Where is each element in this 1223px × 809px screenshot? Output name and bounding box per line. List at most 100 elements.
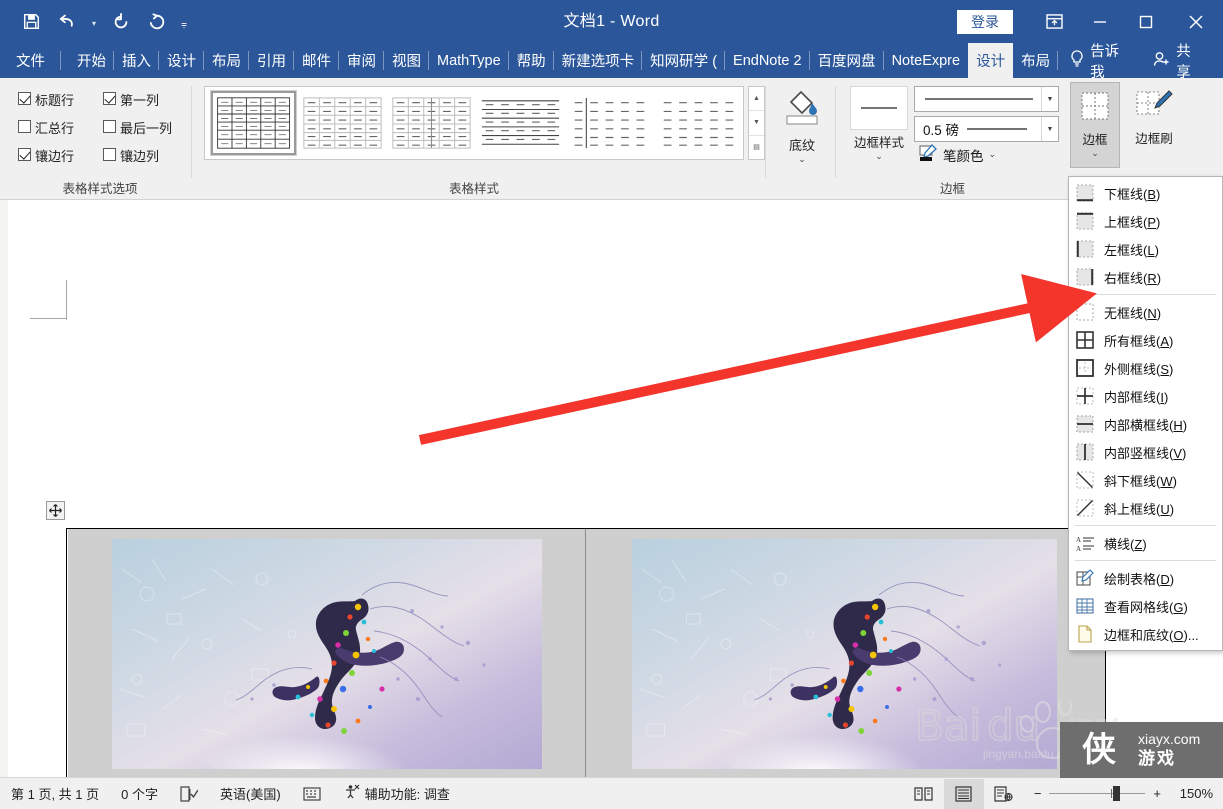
borders-dropdown-button[interactable]: 边框 ⌄ xyxy=(1070,82,1120,168)
checkbox-last-column[interactable]: 最后一列 xyxy=(103,118,172,137)
ribbon-tab-bar[interactable]: 文件 开始 插入 设计 布局 引用 邮件 审阅 视图 MathType 帮助 新… xyxy=(0,43,1223,81)
tab-baidu-netdisk[interactable]: 百度网盘 xyxy=(810,43,884,78)
tab-noteexpress[interactable]: NoteExpre xyxy=(884,43,969,78)
ribbon-display-options-icon[interactable] xyxy=(1031,0,1077,43)
table-style-item[interactable] xyxy=(389,91,475,155)
chevron-down-icon[interactable]: ▼ xyxy=(1041,117,1058,141)
menu-item-draw-table[interactable]: 绘制表格(D) xyxy=(1069,564,1222,592)
proofing-icon[interactable] xyxy=(169,785,209,802)
scroll-down-icon[interactable]: ▼ xyxy=(749,111,764,136)
tab-table-design[interactable]: 设计 xyxy=(968,43,1014,78)
gallery-scrollbar[interactable]: ▲ ▼ ▤ xyxy=(748,86,765,160)
tab-mathtype[interactable]: MathType xyxy=(429,43,509,78)
chevron-down-icon[interactable]: ⌄ xyxy=(989,149,997,160)
checkbox-total-row[interactable]: 汇总行 xyxy=(18,118,74,137)
shading-button[interactable]: 底纹 ⌄ xyxy=(774,86,830,165)
tab-table-layout[interactable]: 布局 xyxy=(1013,43,1059,78)
language-indicator[interactable]: 英语(美国) xyxy=(209,784,292,803)
last-column-checkbox[interactable] xyxy=(103,120,116,133)
menu-item-border-inside-horizontal[interactable]: 内部横框线(H) xyxy=(1069,410,1222,438)
page-indicator[interactable]: 第 1 页, 共 1 页 xyxy=(0,784,110,803)
sign-in-button[interactable]: 登录 xyxy=(957,9,1013,34)
close-icon[interactable] xyxy=(1169,0,1223,43)
share-button[interactable]: 共享 xyxy=(1145,40,1223,82)
accessibility-indicator[interactable]: 辅助功能: 调查 xyxy=(332,784,461,803)
border-style-button[interactable]: 边框样式 ⌄ xyxy=(846,86,912,162)
menu-item-diagonal-up-border[interactable]: 斜上框线(U) xyxy=(1069,494,1222,522)
table-style-item[interactable] xyxy=(478,91,564,155)
line-weight-combo[interactable]: 0.5 磅 ▼ xyxy=(914,116,1059,142)
banded-rows-checkbox[interactable] xyxy=(18,148,31,161)
pen-color-button[interactable]: 笔颜色 ⌄ xyxy=(918,144,996,165)
menu-item-diagonal-down-border[interactable]: 斜下框线(W) xyxy=(1069,466,1222,494)
chevron-down-icon[interactable]: ⌄ xyxy=(846,151,912,162)
menu-item-border-all[interactable]: 所有框线(A) xyxy=(1069,326,1222,354)
checkbox-header-row[interactable]: 标题行 xyxy=(18,90,74,109)
document-canvas[interactable] xyxy=(0,200,1223,777)
menu-item-border-left[interactable]: 左框线(L) xyxy=(1069,235,1222,263)
maximize-icon[interactable] xyxy=(1123,0,1169,43)
line-style-combo[interactable]: ▼ xyxy=(914,86,1059,112)
menu-item-border-right[interactable]: 右框线(R) xyxy=(1069,263,1222,291)
menu-item-view-gridlines[interactable]: 查看网格线(G) xyxy=(1069,592,1222,620)
chevron-down-icon[interactable]: ⌄ xyxy=(774,154,830,165)
table-style-item[interactable] xyxy=(656,91,742,155)
menu-item-border-inside[interactable]: 内部框线(I) xyxy=(1069,382,1222,410)
table-style-item[interactable] xyxy=(209,90,298,156)
table-styles-gallery[interactable] xyxy=(204,86,744,160)
tell-me-button[interactable]: 告诉我 xyxy=(1058,40,1145,82)
dancer-photo-left[interactable] xyxy=(112,539,542,769)
menu-label: 横线(Z) xyxy=(1104,536,1147,552)
menu-item-horizontal-line[interactable]: AA 横线(Z) xyxy=(1069,529,1222,557)
more-styles-icon[interactable]: ▤ xyxy=(749,136,764,159)
border-painter-button[interactable]: 边框刷 xyxy=(1126,82,1182,147)
scroll-up-icon[interactable]: ▲ xyxy=(749,87,764,112)
table-style-item[interactable] xyxy=(300,91,386,155)
zoom-level[interactable]: 150% xyxy=(1169,786,1213,801)
menu-item-border-none[interactable]: 无框线(N) xyxy=(1069,298,1222,326)
table-move-handle-icon[interactable] xyxy=(46,501,65,520)
accessibility-icon xyxy=(343,784,360,803)
tab-references[interactable]: 引用 xyxy=(249,43,294,78)
chevron-down-icon[interactable]: ▼ xyxy=(1041,87,1058,111)
tab-view[interactable]: 视图 xyxy=(384,43,429,78)
banded-columns-checkbox[interactable] xyxy=(103,148,116,161)
menu-item-border-top[interactable]: 上框线(P) xyxy=(1069,207,1222,235)
zoom-slider-thumb[interactable] xyxy=(1113,786,1121,801)
zoom-slider[interactable] xyxy=(1049,786,1146,801)
first-column-checkbox[interactable] xyxy=(103,92,116,105)
tab-layout[interactable]: 布局 xyxy=(204,43,249,78)
table-style-item[interactable] xyxy=(567,91,653,155)
keyboard-icon[interactable] xyxy=(292,786,332,801)
minimize-icon[interactable] xyxy=(1077,0,1123,43)
zoom-in-button[interactable]: + xyxy=(1153,786,1161,801)
word-count[interactable]: 0 个字 xyxy=(110,784,169,803)
borders-dropdown-menu[interactable]: 下框线(B) 上框线(P) 左框线(L) 右框线(R) 无框线(N) 所有框线(… xyxy=(1068,176,1223,651)
checkbox-banded-columns[interactable]: 镶边列 xyxy=(103,146,159,165)
header-row-checkbox[interactable] xyxy=(18,92,31,105)
tab-help[interactable]: 帮助 xyxy=(509,43,554,78)
read-mode-icon[interactable] xyxy=(904,779,944,809)
total-row-checkbox[interactable] xyxy=(18,120,31,133)
tab-insert[interactable]: 插入 xyxy=(114,43,159,78)
menu-item-border-inside-vertical[interactable]: 内部竖框线(V) xyxy=(1069,438,1222,466)
print-layout-icon[interactable] xyxy=(943,778,984,809)
tab-new-tab[interactable]: 新建选项卡 xyxy=(554,43,643,78)
zoom-controls[interactable]: − + 150% xyxy=(1024,786,1223,801)
menu-item-borders-and-shading[interactable]: 边框和底纹(O)... xyxy=(1069,620,1222,648)
tab-home[interactable]: 开始 xyxy=(69,43,114,78)
tab-review[interactable]: 审阅 xyxy=(339,43,384,78)
checkbox-banded-rows[interactable]: 镶边行 xyxy=(18,146,74,165)
tab-cnki[interactable]: 知网研学 ( xyxy=(642,43,725,78)
zoom-out-button[interactable]: − xyxy=(1034,786,1042,801)
tab-file[interactable]: 文件 xyxy=(0,43,61,78)
menu-item-border-outside[interactable]: 外侧框线(S) xyxy=(1069,354,1222,382)
border-painter-icon xyxy=(1126,82,1182,128)
menu-item-border-bottom[interactable]: 下框线(B) xyxy=(1069,179,1222,207)
tab-mailings[interactable]: 邮件 xyxy=(294,43,339,78)
checkbox-first-column[interactable]: 第一列 xyxy=(103,90,159,109)
web-layout-icon[interactable] xyxy=(984,779,1024,809)
tab-design[interactable]: 设计 xyxy=(159,43,204,78)
chevron-down-icon[interactable]: ⌄ xyxy=(1071,148,1119,159)
tab-endnote[interactable]: EndNote 2 xyxy=(725,43,810,78)
